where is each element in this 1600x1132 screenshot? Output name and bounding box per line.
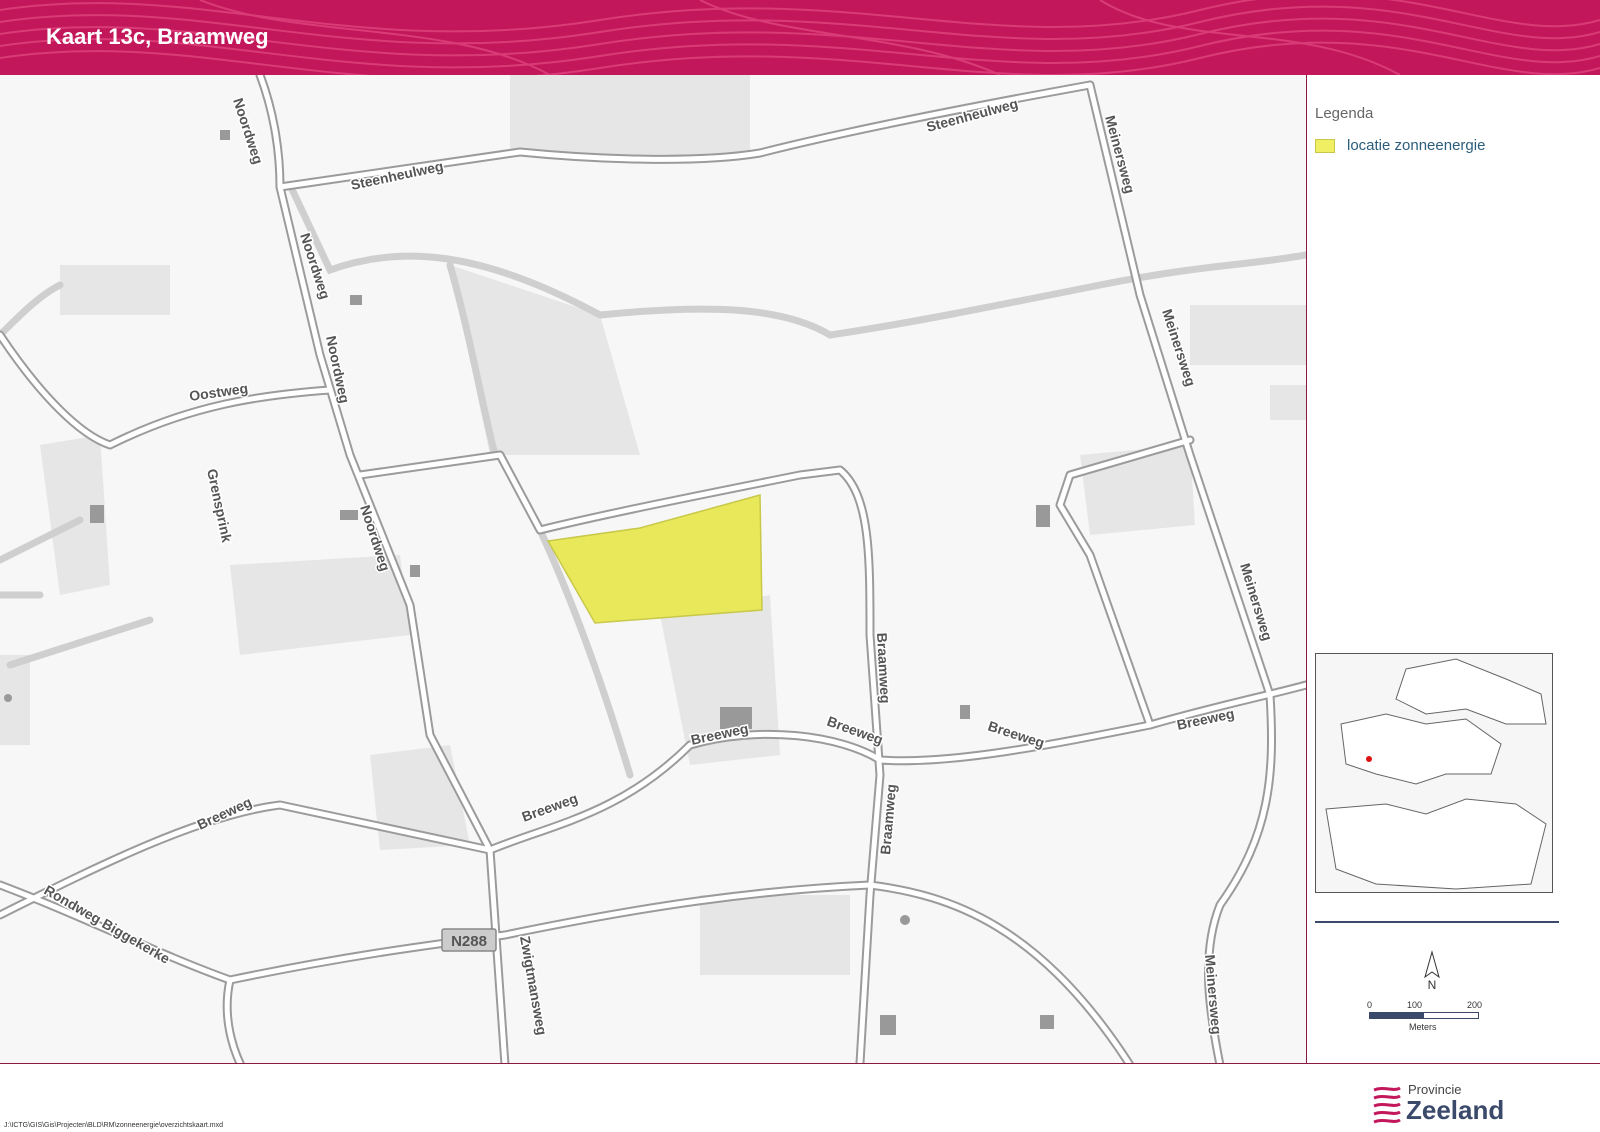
location-zonneenergie[interactable]: [546, 494, 763, 624]
scale-tick: 100: [1407, 1000, 1423, 1010]
scale-tick: 200: [1467, 1000, 1483, 1010]
road-label: Steenheulweg: [349, 158, 444, 193]
divider: [1315, 921, 1559, 923]
scale-bar: 0 100 200 Meters: [1367, 1000, 1509, 1040]
road-label: Rondweg Biggekerke: [42, 882, 173, 967]
side-panel: Legenda locatie zonneenergie N 0 100 200…: [1306, 75, 1600, 1063]
route-shield-n288: N288: [441, 928, 497, 952]
scale-units: Meters: [1409, 1022, 1437, 1032]
overview-inset-map: [1315, 653, 1553, 893]
location-marker-icon: [1366, 756, 1372, 762]
provincie-zeeland-logo: Provincie Zeeland: [1370, 1082, 1510, 1128]
legend-label: locatie zonneenergie: [1347, 137, 1486, 154]
header-banner: Kaart 13c, Braamweg: [0, 0, 1600, 75]
inset-canvas: [1325, 658, 1547, 890]
legend-swatch: [1315, 138, 1335, 153]
road-label: Steenheulweg: [925, 95, 1020, 135]
north-label: N: [1427, 978, 1437, 992]
road-label: Zwigtmansweg: [517, 935, 550, 1037]
legend-title: Legenda: [1315, 105, 1374, 122]
map-canvas: Steenheulweg Steenheulweg Noordweg Noord…: [0, 75, 1306, 1063]
file-path: J:\ICTG\GIS\Gis\Projecten\BLD\RM\zonneen…: [4, 1122, 224, 1129]
footer: J:\ICTG\GIS\Gis\Projecten\BLD\RM\zonneen…: [0, 1063, 1600, 1132]
map-area[interactable]: Steenheulweg Steenheulweg Noordweg Noord…: [0, 75, 1306, 1063]
route-shield-label: N288: [451, 933, 487, 950]
logo-mark-icon: [1373, 1086, 1401, 1124]
road-label: Meinersweg: [1202, 954, 1225, 1035]
road-label: Noordweg: [230, 96, 266, 166]
map-title: Kaart 13c, Braamweg: [46, 24, 269, 49]
road-label: Grensprink: [204, 467, 235, 544]
scale-tick: 0: [1367, 1000, 1373, 1010]
north-arrow-icon: N: [1417, 950, 1447, 1000]
logo-zeeland-text: Zeeland: [1406, 1095, 1505, 1125]
legend-item: locatie zonneenergie: [1315, 137, 1485, 154]
